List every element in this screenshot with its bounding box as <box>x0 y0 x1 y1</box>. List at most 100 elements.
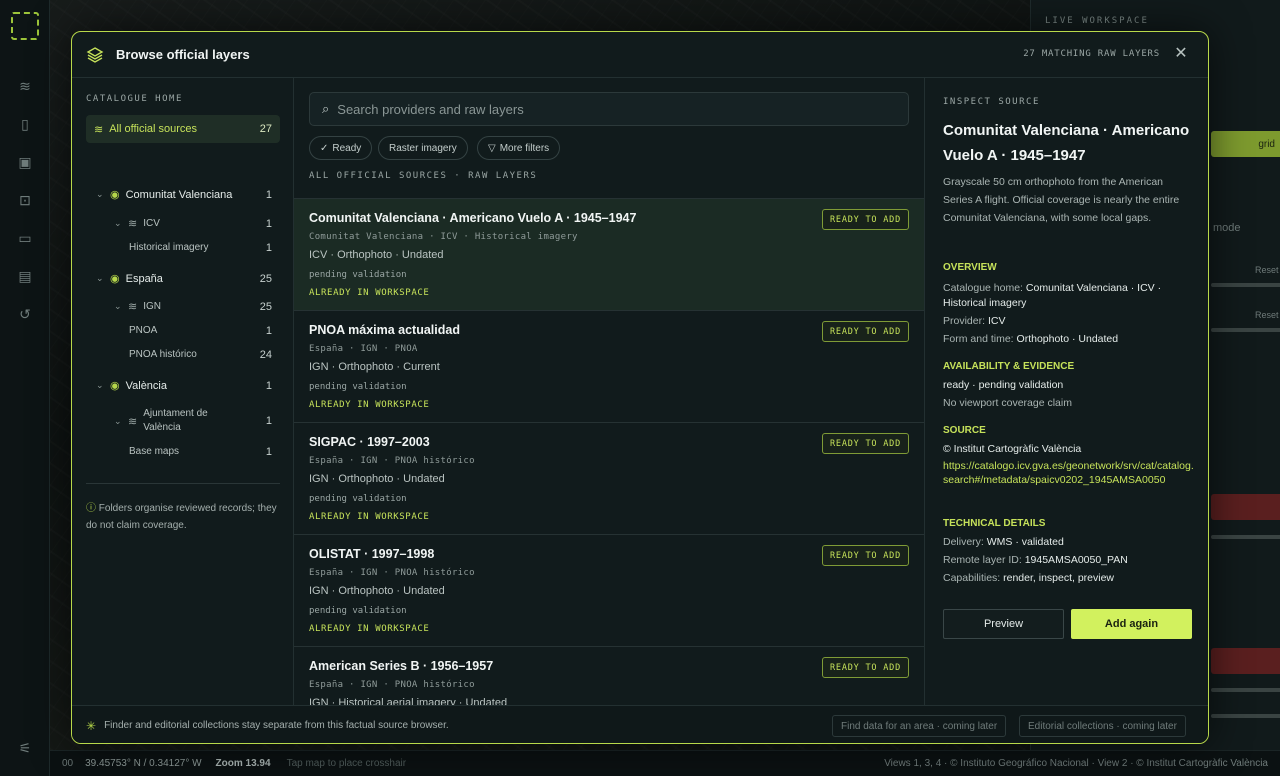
tree-item-ign[interactable]: ⌄ ≋ IGN 25 <box>114 300 272 314</box>
app-logo-icon[interactable] <box>11 12 39 40</box>
dialog-header: Browse official layers 27 MATCHING RAW L… <box>72 32 1208 78</box>
result-meta: España · IGN · PNOA histórico <box>309 456 475 466</box>
result-status: pending validation <box>309 494 407 504</box>
result-card[interactable]: PNOA máxima actualidad España · IGN · PN… <box>294 310 924 422</box>
catalogue-home-label: CATALOGUE HOME <box>86 94 183 104</box>
key: Delivery: <box>943 536 984 548</box>
pin-icon: ◉ <box>110 189 120 201</box>
tree-count: 25 <box>259 300 272 313</box>
search-icon: ⌕ <box>322 101 330 116</box>
overview-heading: OVERVIEW <box>943 262 997 273</box>
tree-item-espana[interactable]: ⌄ ◉ España 25 <box>96 272 272 286</box>
folders-note: ⓘ Folders organise reviewed records; the… <box>86 500 282 534</box>
result-format: IGN · Orthophoto · Undated <box>309 473 445 485</box>
chip-label: Ready <box>332 142 362 154</box>
tree-count: 25 <box>259 272 272 285</box>
inspect-panel: INSPECT SOURCE Comunitat Valenciana · Am… <box>924 78 1208 705</box>
tree-label: España <box>125 272 163 285</box>
tree-count: 1 <box>265 324 272 337</box>
chevron-down-icon[interactable]: ⌄ <box>114 218 128 229</box>
tree-item-pnoa[interactable]: PNOA 1 <box>129 324 272 337</box>
tree-item-base-maps[interactable]: Base maps 1 <box>129 445 272 458</box>
tree-item-historical-imagery[interactable]: Historical imagery 1 <box>129 242 272 254</box>
key: Catalogue home: <box>943 282 1023 294</box>
attribution: Views 1, 3, 4 · © Instituto Geográfico N… <box>884 758 1268 769</box>
result-card[interactable]: Comunitat Valenciana · Americano Vuelo A… <box>294 198 924 310</box>
add-again-button[interactable]: Add again <box>1071 609 1192 639</box>
result-title: PNOA máxima actualidad <box>309 323 460 337</box>
result-meta: España · IGN · PNOA histórico <box>309 680 475 690</box>
value: WMS · validated <box>986 536 1064 548</box>
result-card[interactable]: American Series B · 1956–1957 España · I… <box>294 646 924 705</box>
result-title: SIGPAC · 1997–2003 <box>309 435 430 449</box>
filter-chip-more[interactable]: ▽ More filters <box>477 136 561 160</box>
tree-count: 1 <box>265 445 272 458</box>
panel-icon[interactable]: ▯ <box>15 114 35 134</box>
tree-item-valencia[interactable]: ⌄ ◉ València 1 <box>96 379 272 393</box>
close-icon[interactable]: ✕ <box>1172 45 1190 63</box>
catalogue-home-line: Catalogue home: Comunitat Valenciana · I… <box>943 281 1197 311</box>
filter-chip-ready[interactable]: ✓ Ready <box>309 136 373 160</box>
all-sources-label: All official sources <box>109 123 198 135</box>
tree-item-comunitat-valenciana[interactable]: ⌄ ◉ Comunitat Valenciana 1 <box>96 188 272 202</box>
chevron-down-icon[interactable]: ⌄ <box>96 380 110 391</box>
check-icon: ✓ <box>320 142 329 154</box>
folder-icon[interactable]: ▭ <box>15 228 35 248</box>
ready-badge: READY TO ADD <box>821 433 909 454</box>
result-card[interactable]: OLISTAT · 1997–1998 España · IGN · PNOA … <box>294 534 924 646</box>
image-icon[interactable]: ▣ <box>15 152 35 172</box>
key: Form and time: <box>943 333 1014 345</box>
save-icon[interactable]: ▤ <box>15 266 35 286</box>
chevron-down-icon[interactable]: ⌄ <box>114 301 128 312</box>
reset-link-1[interactable]: Reset <box>1255 265 1279 275</box>
search-placeholder: Search providers and raw layers <box>337 101 524 117</box>
tree-label: Base maps <box>129 446 180 457</box>
mode-text: mode <box>1213 222 1241 234</box>
slider-track[interactable] <box>1211 328 1280 332</box>
result-title: OLISTAT · 1997–1998 <box>309 547 435 561</box>
remote-id-line: Remote layer ID: 1945AMSA0050_PAN <box>943 553 1197 568</box>
layers-icon[interactable]: ≋ <box>15 76 35 96</box>
pin-icon: ◉ <box>110 380 120 392</box>
find-area-button[interactable]: Find data for an area · coming later <box>832 715 1007 737</box>
search-input[interactable]: ⌕ Search providers and raw layers <box>309 92 909 126</box>
in-workspace-label: ALREADY IN WORKSPACE <box>309 512 430 522</box>
filter-chip-raster[interactable]: Raster imagery <box>378 136 468 160</box>
danger-block[interactable] <box>1211 494 1280 520</box>
tree-count: 24 <box>259 348 272 361</box>
delivery-line: Delivery: WMS · validated <box>943 535 1197 550</box>
value: ICV <box>987 315 1006 327</box>
focus-icon[interactable]: ⊡ <box>15 190 35 210</box>
all-sources-item[interactable]: ≋ All official sources 27 <box>86 115 280 143</box>
slider-track[interactable] <box>1211 714 1280 718</box>
ready-badge: READY TO ADD <box>821 545 909 566</box>
tree-label: Comunitat Valenciana <box>125 188 233 201</box>
danger-block[interactable] <box>1211 648 1280 674</box>
key: Remote layer ID: <box>943 554 1022 566</box>
value: Orthophoto · Undated <box>1016 333 1119 345</box>
in-workspace-label: ALREADY IN WORKSPACE <box>309 624 430 634</box>
sparkle-icon: ✳ <box>86 718 97 733</box>
inspect-label: INSPECT SOURCE <box>943 97 1040 107</box>
chevron-down-icon[interactable]: ⌄ <box>96 273 110 284</box>
result-card[interactable]: SIGPAC · 1997–2003 España · IGN · PNOA h… <box>294 422 924 534</box>
settings-sliders-icon[interactable]: ⚟ <box>15 738 35 758</box>
slider-track[interactable] <box>1211 688 1280 692</box>
reset-link-2[interactable]: Reset <box>1255 310 1279 320</box>
chevron-down-icon[interactable]: ⌄ <box>96 189 110 200</box>
chevron-down-icon[interactable]: ⌄ <box>114 416 128 427</box>
folders-note-text: Folders organise reviewed records; they … <box>86 503 277 531</box>
editorial-collections-button[interactable]: Editorial collections · coming later <box>1019 715 1186 737</box>
tree-item-ajuntament[interactable]: ⌄ ≋ Ajuntament de València 1 <box>114 407 272 435</box>
slider-track[interactable] <box>1211 535 1280 539</box>
value: render, inspect, preview <box>1003 572 1115 584</box>
ready-badge: READY TO ADD <box>821 657 909 678</box>
slider-track[interactable] <box>1211 283 1280 287</box>
tree-item-pnoa-historico[interactable]: PNOA histórico 24 <box>129 348 272 361</box>
preview-button[interactable]: Preview <box>943 609 1064 639</box>
tree-item-icv[interactable]: ⌄ ≋ ICV 1 <box>114 217 272 231</box>
list-label: ALL OFFICIAL SOURCES · RAW LAYERS <box>309 171 538 181</box>
history-icon[interactable]: ↺ <box>15 304 35 324</box>
grid-button[interactable]: grid <box>1211 131 1280 157</box>
source-link[interactable]: https://catalogo.icv.gva.es/geonetwork/s… <box>943 459 1199 487</box>
